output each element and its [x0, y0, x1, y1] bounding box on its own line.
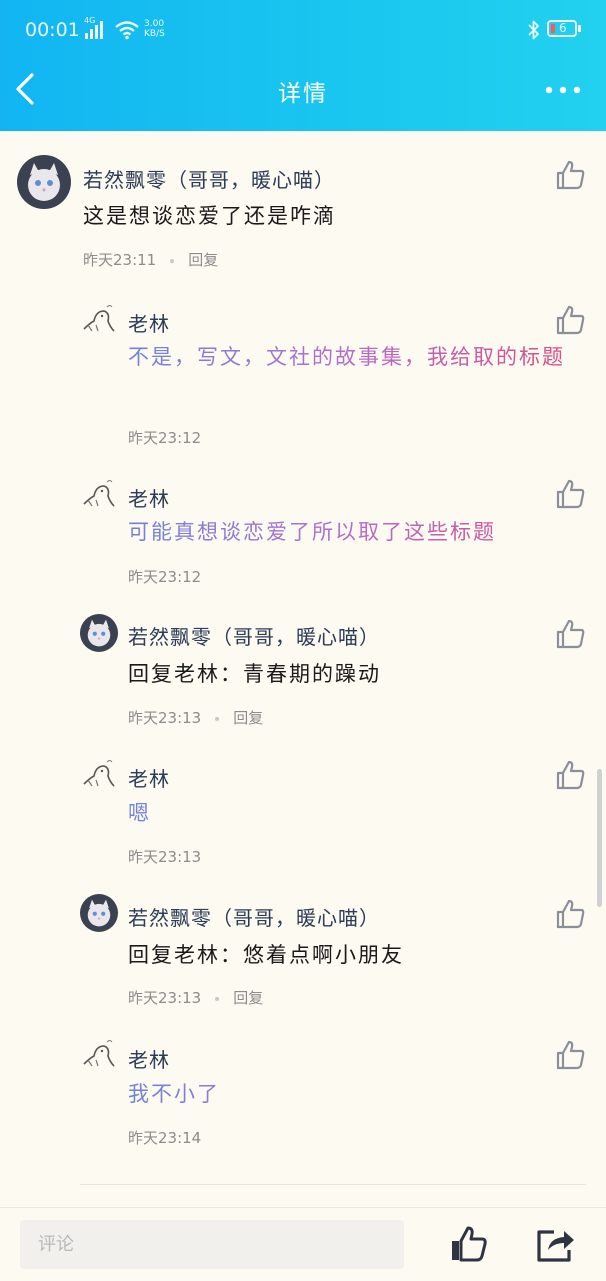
- thread-divider: [80, 1184, 586, 1185]
- reply-meta: 昨天23:13 回复: [128, 987, 263, 1008]
- reply-time: 昨天23:13: [128, 709, 202, 727]
- reply-time: 昨天23:13: [128, 989, 202, 1007]
- bottom-action-bar: [0, 1207, 606, 1281]
- battery-icon: 6: [547, 20, 577, 37]
- reply-time: 昨天23:13: [128, 848, 202, 866]
- avatar[interactable]: [17, 155, 71, 209]
- cat-avatar-icon: [80, 614, 118, 652]
- comment-text: 这是想谈恋爱了还是咋滴: [83, 204, 336, 228]
- comment-username[interactable]: 若然飘零（哥哥，暖心喵）: [83, 164, 335, 193]
- avatar[interactable]: [80, 894, 118, 932]
- comment-input[interactable]: [20, 1220, 404, 1269]
- comment-meta: 昨天23:11 回复: [83, 249, 218, 270]
- more-icon[interactable]: [540, 80, 586, 100]
- reply-text: 回复老林：青春期的躁动: [128, 662, 381, 686]
- wifi-icon: [115, 21, 139, 40]
- reply-button[interactable]: 回复: [233, 709, 263, 727]
- scrollbar[interactable]: [597, 769, 602, 907]
- battery-cap: [578, 25, 581, 32]
- thumbs-up-icon[interactable]: [553, 477, 587, 511]
- meta-separator: [170, 258, 175, 263]
- bird-avatar-icon: [83, 1040, 115, 1067]
- bird-avatar-icon: [83, 305, 115, 332]
- avatar[interactable]: [80, 476, 118, 514]
- battery-level: [551, 24, 555, 33]
- reply-username[interactable]: 老林: [128, 483, 170, 512]
- reply-button[interactable]: 回复: [233, 989, 263, 1007]
- comment-time: 昨天23:11: [83, 251, 157, 269]
- reply-text: 可能真想谈恋爱了所以取了这些标题: [128, 514, 588, 551]
- reply-username[interactable]: 老林: [128, 763, 170, 792]
- thumbs-up-icon[interactable]: [553, 1038, 587, 1072]
- thumbs-up-icon[interactable]: [553, 617, 587, 651]
- bird-avatar-icon: [83, 480, 115, 507]
- thumbs-up-icon[interactable]: [553, 758, 587, 792]
- reply-text: 回复老林：悠着点啊小朋友: [128, 943, 404, 967]
- reply-username[interactable]: 老林: [128, 308, 170, 337]
- reply-meta: 昨天23:14: [128, 1127, 201, 1148]
- thumbs-up-icon[interactable]: [553, 158, 587, 192]
- comment-thread: 若然飘零（哥哥，暖心喵） 这是想谈恋爱了还是咋滴 昨天23:11 回复 老林 不是…: [0, 131, 606, 1207]
- reply-meta: 昨天23:13: [128, 846, 201, 867]
- avatar[interactable]: [80, 756, 118, 794]
- reply-username[interactable]: 老林: [128, 1044, 170, 1073]
- thumbs-up-icon[interactable]: [553, 897, 587, 931]
- reply-meta: 昨天23:12: [128, 566, 201, 587]
- avatar[interactable]: [80, 301, 118, 339]
- meta-separator: [215, 996, 220, 1001]
- battery-percent: 6: [559, 21, 567, 35]
- cat-avatar-icon: [80, 894, 118, 932]
- thumbs-up-icon[interactable]: [448, 1224, 488, 1264]
- app-header: 00:01 4G 3.00 KB/S 6 详情: [0, 0, 606, 131]
- reply-username[interactable]: 若然飘零（哥哥，暖心喵）: [128, 902, 380, 931]
- speed-unit: KB/S: [144, 29, 165, 39]
- network-speed: 3.00 KB/S: [144, 19, 165, 39]
- cat-avatar-icon: [17, 155, 71, 209]
- reply-time: 昨天23:14: [128, 1129, 202, 1147]
- signal-icon: [85, 21, 103, 39]
- status-bar: 00:01 4G 3.00 KB/S 6: [0, 0, 606, 60]
- status-time: 00:01: [25, 19, 80, 41]
- bluetooth-icon: [528, 20, 539, 40]
- reply-time: 昨天23:12: [128, 429, 202, 447]
- reply-meta: 昨天23:12: [128, 427, 201, 448]
- reply-time: 昨天23:12: [128, 568, 202, 586]
- avatar[interactable]: [80, 1036, 118, 1074]
- thumbs-up-icon[interactable]: [553, 303, 587, 337]
- page-title: 详情: [278, 81, 328, 107]
- share-icon[interactable]: [534, 1224, 576, 1264]
- reply-button[interactable]: 回复: [188, 251, 218, 269]
- avatar[interactable]: [80, 614, 118, 652]
- reply-text: 不是，写文，文社的故事集，我给取的标题: [128, 339, 588, 376]
- reply-meta: 昨天23:13 回复: [128, 707, 263, 728]
- meta-separator: [215, 716, 220, 721]
- bird-avatar-icon: [83, 760, 115, 787]
- reply-username[interactable]: 若然飘零（哥哥，暖心喵）: [128, 621, 380, 650]
- reply-text: 嗯: [128, 795, 588, 832]
- speed-value: 3.00: [144, 19, 165, 29]
- reply-text: 我不小了: [128, 1076, 588, 1113]
